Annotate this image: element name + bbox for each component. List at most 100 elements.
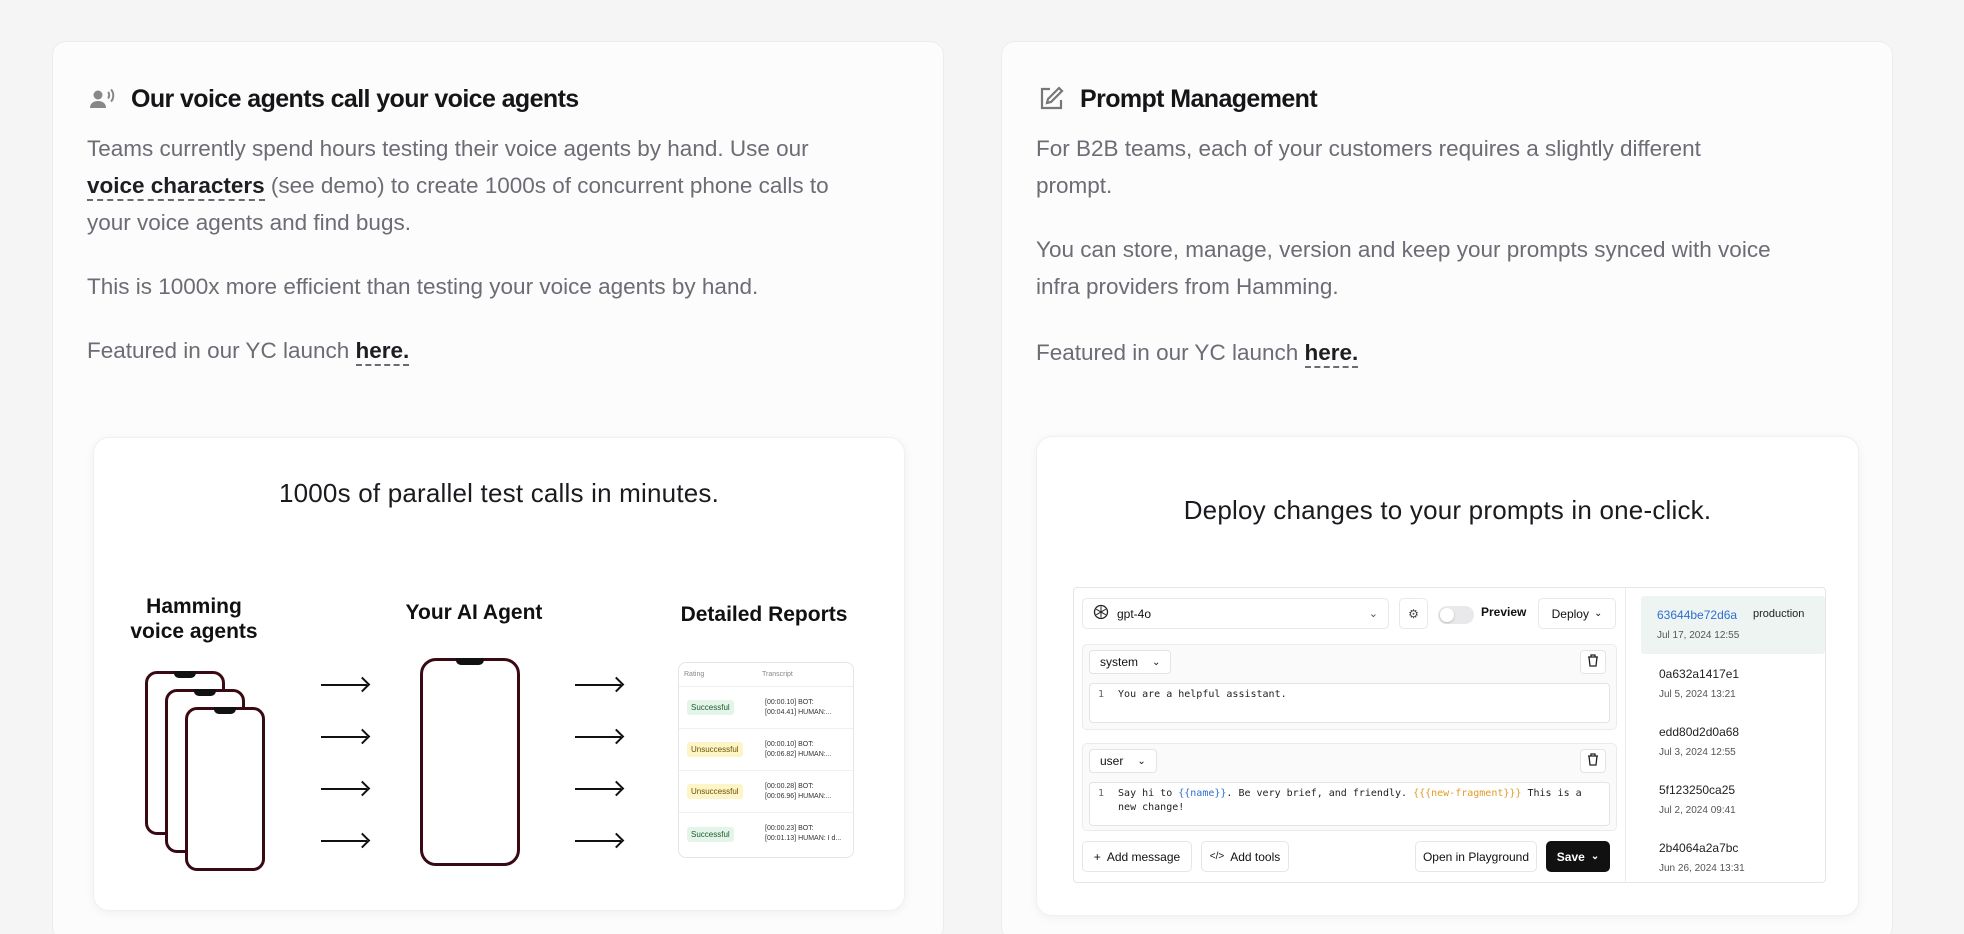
report-header: Rating Transcript	[679, 663, 853, 687]
edit-square-icon	[1036, 84, 1066, 114]
settings-sliders-button[interactable]: ⚙	[1399, 598, 1428, 629]
add-message-label: Add message	[1106, 849, 1181, 864]
transcript-cell: [00:00.10] BOT: [00:04.41] HUMAN:...	[765, 698, 832, 716]
transcript-header: Transcript	[762, 671, 793, 678]
version-hash: edd80d2d0a68	[1659, 725, 1740, 739]
status-badge: Successful	[687, 826, 757, 842]
user-message: user ⌄ 1 Say hi to {{name}}. Be very brief…	[1082, 743, 1617, 831]
deploy-button[interactable]: Deploy ⌄	[1538, 598, 1616, 629]
prompt-editor: gpt-4o ⌄ ⚙ Preview Deploy ⌄ system ⌄ 1 You …	[1073, 587, 1826, 883]
save-label: Save	[1556, 849, 1585, 864]
chevron-down-icon: ⌄	[1593, 608, 1603, 619]
voice-speaking-icon	[87, 84, 117, 114]
version-hash: 2b4064a2a7bc	[1659, 841, 1739, 855]
version-item[interactable]: 63644be72d6a production Jul 17, 2024 12:…	[1641, 596, 1825, 654]
version-item[interactable]: 0a632a1417e1 Jul 5, 2024 13:21	[1643, 655, 1823, 713]
arrow-right-icon	[575, 684, 621, 686]
illustration-title: Deploy changes to your prompts in one-cl…	[1183, 495, 1712, 525]
message-text: You are a helpful assistant.	[1118, 689, 1287, 700]
store-paragraph: You can store, manage, version and keep …	[1036, 237, 1771, 299]
hamming-agents-label: Hamming voice agents	[114, 594, 274, 644]
prompt-management-card: Prompt Management For B2B teams, each of…	[1001, 41, 1893, 934]
parallel-calls-illustration: 1000s of parallel test calls in minutes.…	[93, 437, 905, 911]
arrow-right-icon	[575, 788, 621, 790]
editor-toolbar: gpt-4o ⌄ ⚙ Preview Deploy ⌄	[1082, 598, 1617, 629]
message-editor[interactable]: 1 You are a helpful assistant.	[1089, 683, 1610, 723]
delete-message-button[interactable]	[1580, 749, 1606, 773]
voice-agents-header: Our voice agents call your voice agents	[87, 84, 579, 114]
transcript-cell: [00:00.23] BOT: [00:01.13] HUMAN: I d...	[765, 825, 842, 842]
message-editor[interactable]: 1 Say hi to {{name}}. Be very brief, and …	[1089, 782, 1610, 826]
role-select[interactable]: user ⌄	[1089, 749, 1157, 773]
status-badge: Unsuccessful	[687, 742, 757, 757]
system-message: system ⌄ 1 You are a helpful assistant.	[1082, 644, 1617, 730]
transcript-cell: [00:00.28] BOT: [00:06.96] HUMAN:...	[765, 782, 832, 800]
yc-launch-paragraph: Featured in our YC launch here.	[1036, 334, 1796, 371]
ai-agent-phone-icon	[420, 658, 520, 866]
chevron-down-icon: ⌄	[1368, 608, 1378, 620]
detailed-reports-label: Detailed Reports	[680, 603, 848, 626]
arrow-right-icon	[321, 684, 367, 686]
report-row: Unsuccessful [00:00.28] BOT: [00:06.96] H…	[679, 771, 853, 813]
role-label: system	[1100, 655, 1139, 669]
transcript-cell: [00:00.10] BOT: [00:06.82] HUMAN:...	[765, 740, 832, 758]
model-select[interactable]: gpt-4o ⌄	[1082, 598, 1389, 629]
line-number: 1	[1098, 689, 1105, 700]
arrow-right-icon	[575, 840, 621, 842]
arrow-right-icon	[321, 788, 367, 790]
report-row: Unsuccessful [00:00.10] BOT: [00:06.82] H…	[679, 729, 853, 771]
chevron-down-icon: ⌄	[1590, 851, 1600, 862]
yc-launch-text: Featured in our YC launch	[1036, 340, 1305, 365]
deploy-label: Deploy	[1551, 606, 1589, 621]
model-name: gpt-4o	[1117, 606, 1152, 621]
fragment-variable: {{{new-fragment}}}	[1413, 788, 1522, 799]
version-hash: 5f123250ca25	[1659, 783, 1736, 797]
version-date: Jul 3, 2024 12:55	[1659, 747, 1736, 758]
status-badge: Unsuccessful	[687, 784, 757, 799]
arrow-right-icon	[575, 736, 621, 738]
b2b-paragraph: For B2B teams, each of your customers re…	[1036, 136, 1701, 198]
version-history: 63644be72d6a production Jul 17, 2024 12:…	[1627, 588, 1826, 882]
yc-launch-text: Featured in our YC launch	[87, 338, 356, 363]
card-title: Our voice agents call your voice agents	[131, 84, 579, 113]
open-playground-label: Open in Playground	[1422, 849, 1530, 864]
trash-icon	[1587, 753, 1599, 769]
chevron-down-icon: ⌄	[1152, 656, 1161, 668]
version-date: Jun 26, 2024 13:31	[1659, 863, 1745, 874]
sliders-icon: ⚙	[1408, 606, 1419, 621]
delete-message-button[interactable]	[1580, 650, 1606, 674]
voice-agents-card: Our voice agents call your voice agents …	[52, 41, 944, 934]
production-badge: production	[1753, 608, 1805, 620]
yc-launch-link[interactable]: here.	[355, 338, 410, 366]
voice-characters-link[interactable]: voice characters	[87, 173, 265, 201]
efficiency-paragraph: This is 1000x more efficient than testin…	[87, 274, 759, 299]
code-icon: </>	[1209, 851, 1225, 862]
report-table: Rating Transcript Successful [00:00.10] …	[678, 662, 854, 858]
version-item[interactable]: 5f123250ca25 Jul 2, 2024 09:41	[1643, 771, 1823, 829]
add-tools-button[interactable]: </> Add tools	[1201, 841, 1289, 872]
openai-icon	[1093, 604, 1109, 623]
preview-toggle[interactable]	[1438, 606, 1474, 624]
phone-icon	[185, 707, 265, 871]
status-badge: Successful	[687, 700, 757, 715]
ai-agent-label: Your AI Agent	[405, 601, 543, 624]
version-date: Jul 2, 2024 09:41	[1659, 805, 1736, 816]
arrow-right-icon	[321, 840, 367, 842]
template-variable: {{name}}	[1178, 788, 1227, 799]
editor-main: gpt-4o ⌄ ⚙ Preview Deploy ⌄ system ⌄ 1 You …	[1074, 588, 1626, 882]
version-date: Jul 17, 2024 12:55	[1657, 630, 1740, 641]
intro-text-a: Teams currently spend hours testing thei…	[87, 136, 809, 161]
trash-icon	[1587, 654, 1599, 670]
message-text: Say hi to {{name}}. Be very brief, and f…	[1118, 788, 1582, 813]
yc-launch-paragraph: Featured in our YC launch here.	[87, 332, 847, 369]
role-select[interactable]: system ⌄	[1089, 650, 1172, 674]
yc-launch-link[interactable]: here.	[1304, 340, 1359, 368]
version-item[interactable]: 2b4064a2a7bc Jun 26, 2024 13:31	[1643, 829, 1823, 887]
add-message-button[interactable]: + Add message	[1082, 841, 1192, 872]
hamming-agents-label-line2: voice agents	[130, 620, 258, 643]
open-playground-button[interactable]: Open in Playground	[1415, 841, 1537, 872]
plus-icon: +	[1093, 849, 1101, 864]
save-button[interactable]: Save ⌄	[1546, 841, 1610, 872]
version-date: Jul 5, 2024 13:21	[1659, 689, 1736, 700]
version-item[interactable]: edd80d2d0a68 Jul 3, 2024 12:55	[1643, 713, 1823, 771]
